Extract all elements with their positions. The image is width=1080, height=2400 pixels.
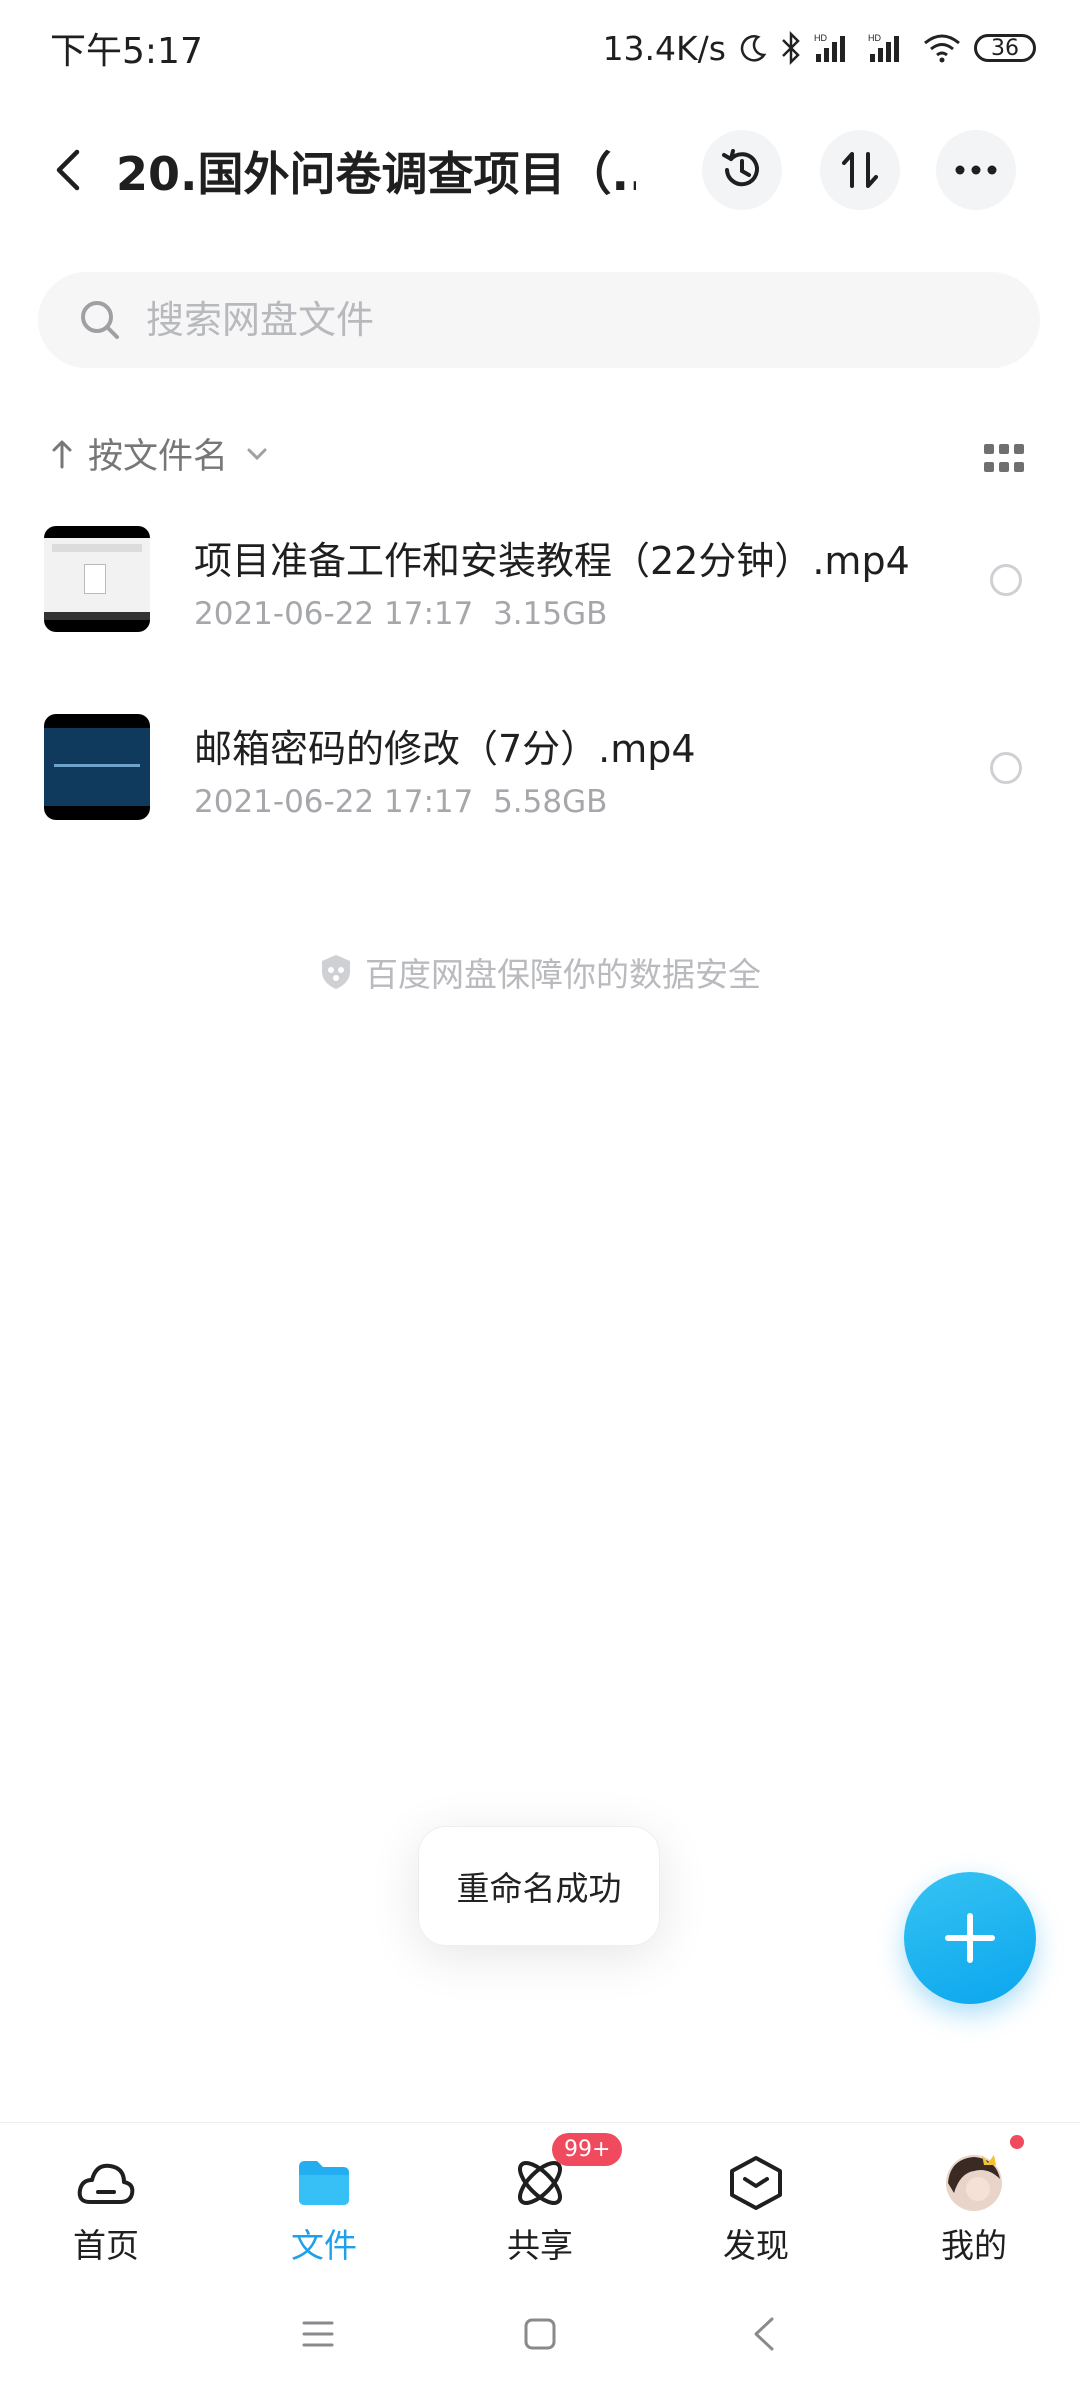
search-input[interactable] <box>144 297 948 343</box>
chevron-left-icon <box>56 149 80 191</box>
nav-label: 我的 <box>941 2226 1007 2265</box>
menu-button[interactable] <box>294 2310 342 2358</box>
system-nav-bar <box>0 2270 1080 2400</box>
select-checkbox[interactable] <box>990 564 1022 596</box>
select-checkbox[interactable] <box>990 752 1022 784</box>
status-icons: 13.4K/s HD HD 36 <box>603 22 1036 74</box>
notification-dot <box>1010 2135 1024 2149</box>
avatar-icon <box>944 2153 1004 2213</box>
discover-cube-icon <box>726 2153 786 2213</box>
add-button[interactable] <box>904 1872 1036 2004</box>
moon-icon <box>740 35 767 62</box>
nav-home[interactable]: 首页 <box>16 2123 196 2271</box>
file-date: 2021-06-22 17:17 <box>194 596 474 632</box>
file-date: 2021-06-22 17:17 <box>194 784 474 820</box>
transfer-button[interactable] <box>820 130 900 210</box>
video-thumbnail <box>44 526 150 632</box>
status-time: 下午5:17 <box>50 31 203 72</box>
nav-label: 文件 <box>291 2226 357 2265</box>
square-icon <box>524 2318 556 2350</box>
file-name: 邮箱密码的修改（7分）.mp4 <box>194 727 696 771</box>
wifi-icon <box>924 34 960 63</box>
sort-selector[interactable]: 按文件名 <box>50 428 268 479</box>
battery-icon: 36 <box>974 34 1036 62</box>
video-thumbnail <box>44 714 150 820</box>
file-size: 5.58GB <box>493 784 608 820</box>
net-speed: 13.4K/s <box>602 28 726 68</box>
file-meta: 2021-06-22 17:17 5.58GB <box>194 784 607 820</box>
nav-label: 首页 <box>73 2226 139 2265</box>
folder-icon <box>294 2153 354 2213</box>
page-title: 20.国外问卷调查项目（... <box>116 147 636 201</box>
menu-icon <box>302 2321 334 2347</box>
file-meta: 2021-06-22 17:17 3.15GB <box>194 596 607 632</box>
security-text: 百度网盘保障你的数据安全 <box>365 955 761 994</box>
nav-label: 发现 <box>723 2226 789 2265</box>
plus-icon <box>945 1913 995 1963</box>
cloud-home-icon <box>76 2153 136 2213</box>
toast-message: 重命名成功 <box>418 1826 660 1946</box>
nav-profile[interactable]: 我的 <box>884 2123 1064 2271</box>
grid-icon <box>984 444 994 454</box>
signal-icon-2: HD <box>868 33 899 62</box>
search-bar[interactable] <box>38 272 1040 368</box>
history-icon <box>722 149 759 187</box>
svg-text:HD: HD <box>814 33 827 43</box>
security-note: 百度网盘保障你的数据安全 <box>0 948 1080 996</box>
back-button[interactable] <box>40 130 96 210</box>
nav-share[interactable]: 共享 99+ <box>450 2123 630 2271</box>
file-row[interactable]: 邮箱密码的修改（7分）.mp4 2021-06-22 17:17 5.58GB <box>0 692 1080 842</box>
file-size: 3.15GB <box>493 596 608 632</box>
home-button[interactable] <box>516 2310 564 2358</box>
nav-discover[interactable]: 发现 <box>666 2123 846 2271</box>
chevron-down-icon <box>247 448 267 460</box>
back-triangle-icon <box>754 2317 774 2351</box>
sort-label: 按文件名 <box>88 437 229 477</box>
arrow-up-icon <box>52 440 72 468</box>
history-button[interactable] <box>702 130 782 210</box>
bluetooth-icon <box>782 31 800 65</box>
transfer-icon <box>842 152 878 188</box>
nav-label: 共享 <box>507 2226 573 2265</box>
file-name: 项目准备工作和安装教程（22分钟）.mp4 <box>194 539 910 583</box>
svg-text:HD: HD <box>868 33 881 43</box>
back-nav-button[interactable] <box>740 2310 788 2358</box>
grid-view-button[interactable] <box>984 444 1024 474</box>
more-icon <box>955 165 997 175</box>
shield-icon <box>322 955 350 989</box>
file-row[interactable]: 项目准备工作和安装教程（22分钟）.mp4 2021-06-22 17:17 3… <box>0 504 1080 654</box>
bottom-nav: 首页 文件 共享 99+ 发现 我的 <box>0 2122 1080 2271</box>
more-button[interactable] <box>936 130 1016 210</box>
signal-icon: HD <box>814 33 845 62</box>
notification-badge: 99+ <box>552 2133 623 2166</box>
nav-files[interactable]: 文件 <box>234 2123 414 2271</box>
search-icon <box>81 301 119 339</box>
